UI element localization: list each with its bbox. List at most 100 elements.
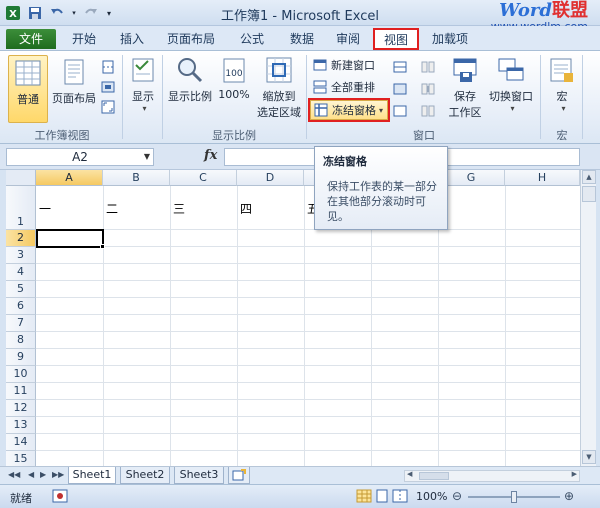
custom-views-button[interactable] xyxy=(100,77,119,97)
arrange-all-button[interactable]: 全部重排 xyxy=(312,77,375,97)
cell-c1[interactable]: 三 xyxy=(173,200,185,217)
insert-function-icon[interactable]: fx xyxy=(204,148,217,163)
zoom-100-icon: 100 xyxy=(219,55,249,85)
vertical-scrollbar[interactable]: ▲ ▼ xyxy=(580,170,596,466)
view-side-by-side-button[interactable] xyxy=(420,57,439,77)
row-header-5[interactable]: 5 xyxy=(6,281,36,298)
column-header-g[interactable]: G xyxy=(438,170,505,186)
normal-view-status-icon[interactable] xyxy=(356,489,372,506)
tab-review[interactable]: 审阅 xyxy=(328,29,368,49)
tab-add-ins[interactable]: 加载项 xyxy=(426,29,474,49)
custom-views-icon xyxy=(100,79,116,95)
fill-handle[interactable] xyxy=(100,244,105,249)
tab-home[interactable]: 开始 xyxy=(64,29,104,49)
row-header-10[interactable]: 10 xyxy=(6,366,36,383)
column-header-a[interactable]: A xyxy=(36,170,103,186)
group-divider xyxy=(540,55,541,139)
zoom-level[interactable]: 100% xyxy=(416,490,447,503)
grid-line xyxy=(36,314,580,315)
row-header-9[interactable]: 9 xyxy=(6,349,36,366)
sheet-tab-sheet2[interactable]: Sheet2 xyxy=(120,467,170,484)
zoom-100-button[interactable]: 100 100% xyxy=(216,55,252,123)
page-break-preview-button[interactable] xyxy=(100,57,119,77)
column-header-b[interactable]: B xyxy=(103,170,170,186)
freeze-panes-button[interactable]: 冻结窗格 ▾ xyxy=(307,98,391,122)
hide-button[interactable] xyxy=(392,79,411,99)
row-header-11[interactable]: 11 xyxy=(6,383,36,400)
full-screen-button[interactable] xyxy=(100,97,119,117)
macros-group-label: 宏 xyxy=(556,129,568,142)
cell-d1[interactable]: 四 xyxy=(240,200,252,217)
select-all-corner[interactable] xyxy=(6,170,36,186)
unhide-button[interactable] xyxy=(392,101,411,121)
row-header-14[interactable]: 14 xyxy=(6,434,36,451)
zoom-in-icon[interactable]: ⊕ xyxy=(564,489,574,503)
column-header-d[interactable]: D xyxy=(237,170,304,186)
page-layout-view-button[interactable]: 页面布局 xyxy=(50,55,98,123)
reset-window-position-button[interactable] xyxy=(420,101,439,121)
row-header-6[interactable]: 6 xyxy=(6,298,36,315)
show-button[interactable]: 显示 ▾ xyxy=(126,55,160,123)
zoom-button[interactable]: 显示比例 xyxy=(166,55,214,123)
tab-insert[interactable]: 插入 xyxy=(112,29,152,49)
sheet-tab-sheet3[interactable]: Sheet3 xyxy=(174,467,224,484)
normal-view-button[interactable]: 普通 xyxy=(8,55,48,123)
tab-file[interactable]: 文件 xyxy=(6,29,56,49)
row-header-7[interactable]: 7 xyxy=(6,315,36,332)
worksheet-grid[interactable]: A B C D E F G H 1 2 3 4 5 6 7 8 9 10 11 … xyxy=(6,170,580,466)
first-sheet-icon[interactable]: ◀◀ xyxy=(8,470,20,479)
row-header-1[interactable]: 1 xyxy=(6,186,36,230)
scroll-up-icon[interactable]: ▲ xyxy=(582,170,596,184)
last-sheet-icon[interactable]: ▶▶ xyxy=(52,470,64,479)
scroll-right-icon[interactable]: ▶ xyxy=(572,470,577,478)
column-header-c[interactable]: C xyxy=(170,170,237,186)
save-workspace-button[interactable]: 保存 工作区 xyxy=(446,55,484,123)
tab-data[interactable]: 数据 xyxy=(282,29,322,49)
sheet-tab-bar: ◀◀ ◀ ▶ ▶▶ Sheet1 Sheet2 Sheet3 ◀ ▶ xyxy=(0,466,600,484)
name-box-dropdown-icon[interactable]: ▼ xyxy=(144,149,150,165)
tab-formulas[interactable]: 公式 xyxy=(232,29,272,49)
normal-view-icon xyxy=(13,58,43,88)
macros-button[interactable]: 宏 ▾ xyxy=(546,55,578,123)
cell-a1[interactable]: 一 xyxy=(39,200,51,217)
scroll-down-icon[interactable]: ▼ xyxy=(582,450,596,464)
next-sheet-icon[interactable]: ▶ xyxy=(40,470,46,479)
svg-text:100: 100 xyxy=(225,69,242,79)
split-button[interactable] xyxy=(392,57,411,77)
macro-record-icon[interactable] xyxy=(52,489,68,506)
cell-b1[interactable]: 二 xyxy=(106,200,118,217)
freeze-panes-tooltip: 冻结窗格 保持工作表的某一部分 在其他部分滚动时可 见。 xyxy=(314,146,448,230)
zoom-slider-thumb[interactable] xyxy=(511,491,517,503)
row-header-3[interactable]: 3 xyxy=(6,247,36,264)
column-header-h[interactable]: H xyxy=(505,170,580,186)
row-header-4[interactable]: 4 xyxy=(6,264,36,281)
active-cell-a2[interactable] xyxy=(36,229,104,248)
group-divider xyxy=(582,55,583,139)
zoom-out-icon[interactable]: ⊖ xyxy=(452,489,462,503)
row-header-12[interactable]: 12 xyxy=(6,400,36,417)
scroll-thumb[interactable] xyxy=(582,186,596,202)
page-layout-status-icon[interactable] xyxy=(374,489,390,506)
tab-page-layout[interactable]: 页面布局 xyxy=(160,29,222,49)
switch-windows-icon xyxy=(496,55,526,85)
scroll-left-icon[interactable]: ◀ xyxy=(407,470,412,478)
row-header-8[interactable]: 8 xyxy=(6,332,36,349)
row-header-2[interactable]: 2 xyxy=(6,230,36,247)
prev-sheet-icon[interactable]: ◀ xyxy=(28,470,34,479)
save-workspace-label-2: 工作区 xyxy=(448,106,482,119)
tab-view[interactable]: 视图 xyxy=(373,28,419,50)
horizontal-scrollbar[interactable]: ◀ ▶ xyxy=(404,470,580,482)
row-header-15[interactable]: 15 xyxy=(6,451,36,466)
synchronous-scrolling-button[interactable] xyxy=(420,79,439,99)
new-window-button[interactable]: 新建窗口 xyxy=(312,55,375,75)
insert-worksheet-icon[interactable] xyxy=(228,467,250,484)
zoom-to-selection-button[interactable]: 缩放到 选定区域 xyxy=(254,55,304,127)
sheet-tab-sheet1[interactable]: Sheet1 xyxy=(68,467,116,484)
hscroll-thumb[interactable] xyxy=(419,472,449,480)
row-header-13[interactable]: 13 xyxy=(6,417,36,434)
page-break-status-icon[interactable] xyxy=(392,489,408,506)
grid-line xyxy=(170,186,171,466)
page-break-icon xyxy=(100,59,116,75)
name-box[interactable]: A2 ▼ xyxy=(6,148,154,166)
switch-windows-button[interactable]: 切换窗口 ▾ xyxy=(486,55,536,123)
